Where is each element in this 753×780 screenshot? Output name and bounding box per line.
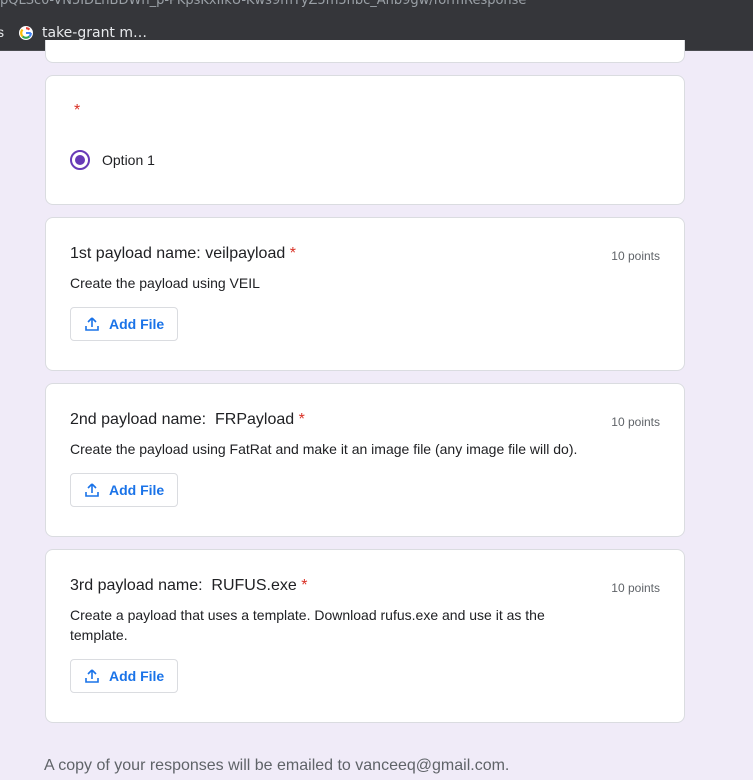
required-marker: * [74,102,81,119]
upload-icon [85,483,99,497]
question-card-2: 2nd payload name: FRPayload * 10 points … [45,383,685,537]
radio-button-selected[interactable] [70,150,90,170]
upload-icon [85,317,99,331]
question-description: Create a payload that uses a template. D… [70,607,545,643]
question-title: 1st payload name: veilpayload * [70,245,296,263]
question-description: Create the payload using FatRat and make… [70,441,578,457]
question-card-3: 3rd payload name: RUFUS.exe * 10 points … [45,549,685,723]
question-card-1: 1st payload name: veilpayload * 10 point… [45,217,685,371]
google-g-icon [19,26,33,40]
points-label: 10 points [611,581,660,595]
question-title-text: 1st payload name: veilpayload [70,245,286,262]
question-title-text: 2nd payload name: FRPayload [70,411,295,428]
email-copy-notice: A copy of your responses will be emailed… [44,757,510,774]
add-file-button[interactable]: Add File [70,307,178,341]
points-label: 10 points [611,415,660,429]
required-marker: * [289,245,296,262]
bookmark-label: take-grant m… [42,25,148,41]
upload-icon [85,669,99,683]
question-title: 2nd payload name: FRPayload * [70,411,305,429]
radio-option-label: Option 1 [102,152,155,168]
add-file-button[interactable]: Add File [70,659,178,693]
add-file-button[interactable]: Add File [70,473,178,507]
required-marker: * [301,577,308,594]
required-marker: * [298,411,305,428]
question-title: 3rd payload name: RUFUS.exe * [70,577,307,595]
add-file-label: Add File [109,668,165,684]
address-bar-url[interactable]: pQLSc0-VN5IDLnBDWn_p-PKpsKxIIkU-Kws9mYyZ… [0,0,753,14]
question-title-text: 3rd payload name: RUFUS.exe [70,577,297,594]
bookmark-overflow-text[interactable]: s [0,24,4,40]
points-label: 10 points [611,249,660,263]
previous-question-card [45,40,685,63]
radio-option-1[interactable]: Option 1 [70,150,155,170]
question-description: Create the payload using VEIL [70,275,260,291]
add-file-label: Add File [109,316,165,332]
choice-question-card: * Option 1 [45,75,685,205]
add-file-label: Add File [109,482,165,498]
url-text: pQLSc0-VN5IDLnBDWn_p-PKpsKxIIkU-Kws9mYyZ… [0,0,527,8]
